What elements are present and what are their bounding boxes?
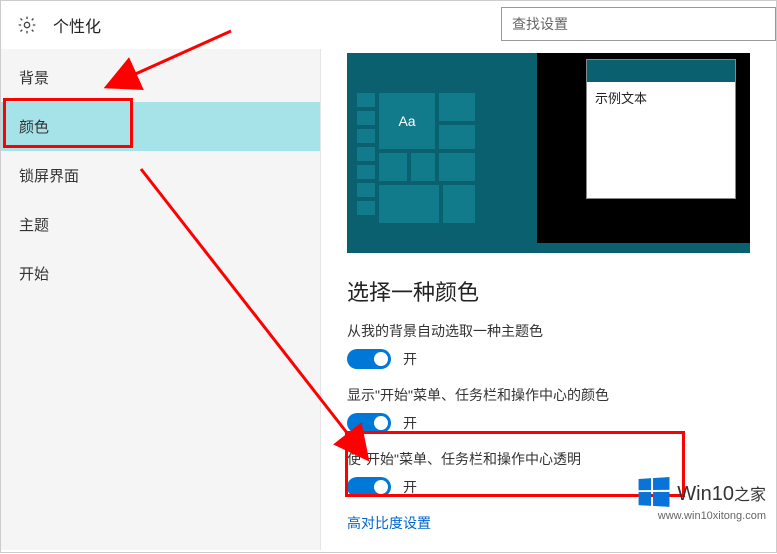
- sidebar-item-label: 背景: [19, 70, 49, 87]
- sidebar-item-lockscreen[interactable]: 锁屏界面: [1, 151, 320, 200]
- preview-tile-aa: Aa: [379, 93, 435, 149]
- toggle-state: 开: [403, 477, 417, 497]
- sidebar-item-themes[interactable]: 主题: [1, 200, 320, 249]
- sidebar-item-background[interactable]: 背景: [1, 53, 320, 102]
- settings-gear-icon: [17, 15, 37, 35]
- high-contrast-link[interactable]: 高对比度设置: [347, 513, 750, 533]
- setting-label: 从我的背景自动选取一种主题色: [347, 321, 750, 341]
- toggle-state: 开: [403, 349, 417, 369]
- sidebar-item-label: 锁屏界面: [19, 168, 79, 185]
- setting-transparency: 使"开始"菜单、任务栏和操作中心透明 开: [347, 449, 750, 497]
- toggle-auto-accent[interactable]: [347, 349, 391, 369]
- sidebar-item-label: 开始: [19, 266, 49, 283]
- toggle-state: 开: [403, 413, 417, 433]
- search-input[interactable]: 查找设置: [501, 7, 776, 41]
- section-heading: 选择一种颜色: [347, 275, 750, 307]
- content-area: Aa 示例文本 选择一种颜色 从我的背景自动: [321, 49, 776, 550]
- setting-label: 显示"开始"菜单、任务栏和操作中心的颜色: [347, 385, 750, 405]
- sidebar-item-label: 主题: [19, 217, 49, 234]
- sidebar-item-start[interactable]: 开始: [1, 249, 320, 298]
- sample-window-text: 示例文本: [587, 82, 735, 113]
- setting-auto-accent: 从我的背景自动选取一种主题色 开: [347, 321, 750, 369]
- preview-sample-window: 示例文本: [586, 59, 736, 199]
- setting-label: 使"开始"菜单、任务栏和操作中心透明: [347, 449, 750, 469]
- toggle-show-color[interactable]: [347, 413, 391, 433]
- search-placeholder: 查找设置: [512, 14, 568, 34]
- sidebar-item-label: 颜色: [19, 119, 49, 136]
- page-title: 个性化: [53, 13, 101, 37]
- color-preview: Aa 示例文本: [347, 53, 750, 253]
- toggle-transparency[interactable]: [347, 477, 391, 497]
- setting-show-color: 显示"开始"菜单、任务栏和操作中心的颜色 开: [347, 385, 750, 433]
- sidebar-item-colors[interactable]: 颜色: [1, 102, 320, 151]
- sidebar: 背景 颜色 锁屏界面 主题 开始: [1, 49, 321, 550]
